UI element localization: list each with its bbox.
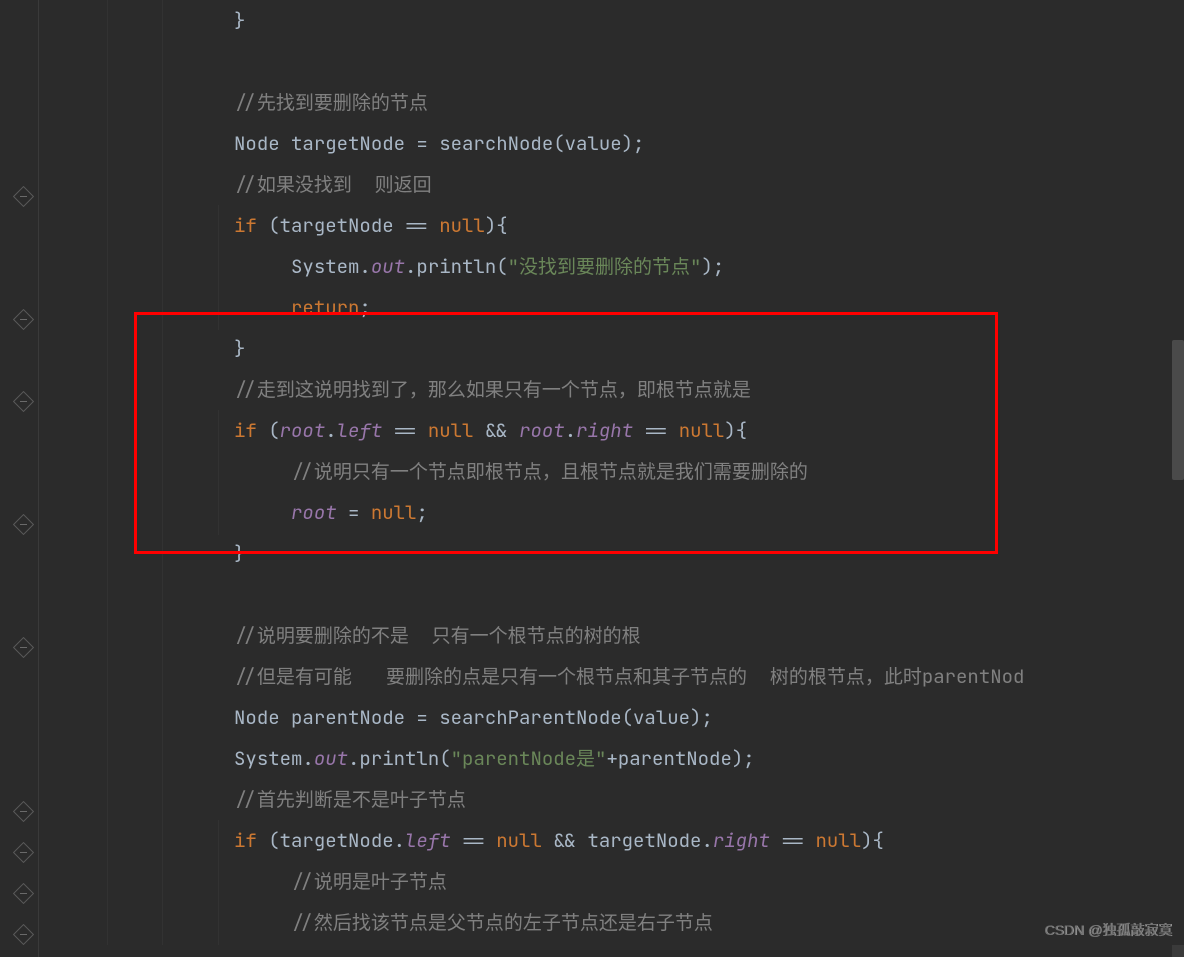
code-lines: } //先找到要删除的节点 Node targetNode = searchNo… — [63, 0, 1184, 957]
code-line: Node targetNode = searchNode(value); — [63, 123, 1184, 164]
code-line — [63, 41, 1184, 82]
code-line: //走到这说明找到了，那么如果只有一个节点，即根节点就是 — [63, 369, 1184, 410]
code-line: root = null; — [63, 492, 1184, 533]
code-line: Node parentNode = searchParentNode(value… — [63, 697, 1184, 738]
code-line: return; — [63, 287, 1184, 328]
code-line: //先找到要删除的节点 — [63, 82, 1184, 123]
code-line: } — [63, 533, 1184, 574]
fold-toggle-icon[interactable] — [13, 309, 34, 330]
scrollbar-horizontal[interactable] — [39, 945, 1172, 957]
fold-toggle-icon[interactable] — [13, 186, 34, 207]
fold-toggle-icon[interactable] — [13, 924, 34, 945]
fold-gutter — [0, 0, 39, 957]
indent-guide — [107, 0, 108, 957]
code-line: //首先判断是不是叶子节点 — [63, 779, 1184, 820]
code-line: System.out.println("没找到要删除的节点"); — [63, 246, 1184, 287]
indent-guide — [218, 820, 219, 957]
scrollbar-corner — [1172, 945, 1184, 957]
editor-content-area[interactable]: } //先找到要删除的节点 Node targetNode = searchNo… — [39, 0, 1184, 957]
fold-toggle-icon[interactable] — [13, 842, 34, 863]
code-line: //说明只有一个节点即根节点，且根节点就是我们需要删除的 — [63, 451, 1184, 492]
scrollbar-thumb[interactable] — [1172, 340, 1184, 480]
indent-guide — [162, 0, 163, 957]
indent-guide — [218, 205, 219, 330]
fold-toggle-icon[interactable] — [13, 514, 34, 535]
code-line: System.out.println("parentNode是"+parentN… — [63, 738, 1184, 779]
code-line: //说明要删除的不是 只有一个根节点的树的根 — [63, 615, 1184, 656]
code-line: if (targetNode.left == null && targetNod… — [63, 820, 1184, 861]
scrollbar-vertical[interactable] — [1172, 0, 1184, 945]
code-line: if (targetNode == null){ — [63, 205, 1184, 246]
fold-toggle-icon[interactable] — [13, 391, 34, 412]
fold-toggle-icon[interactable] — [13, 883, 34, 904]
code-line: if (root.left == null && root.right == n… — [63, 410, 1184, 451]
indent-guide — [218, 410, 219, 535]
code-line: } — [63, 328, 1184, 369]
code-line — [63, 574, 1184, 615]
code-line: //然后找该节点是父节点的左子节点还是右子节点 — [63, 902, 1184, 943]
code-editor[interactable]: } //先找到要删除的节点 Node targetNode = searchNo… — [0, 0, 1184, 957]
code-line: //如果没找到 则返回 — [63, 164, 1184, 205]
watermark-text: CSDN @独孤敲寂寞 — [1044, 910, 1172, 951]
code-line: } — [63, 0, 1184, 41]
fold-toggle-icon[interactable] — [13, 801, 34, 822]
code-line: //但是有可能 要删除的点是只有一个根节点和其子节点的 树的根节点，此时pare… — [63, 656, 1184, 697]
code-line: //说明是叶子节点 — [63, 861, 1184, 902]
fold-toggle-icon[interactable] — [13, 637, 34, 658]
